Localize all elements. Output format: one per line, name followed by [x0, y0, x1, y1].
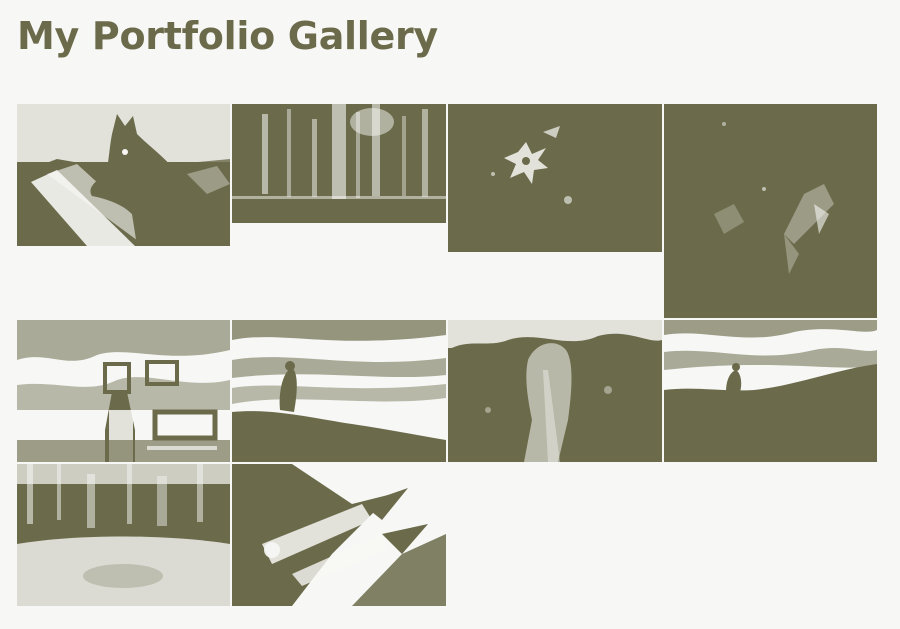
clouds-image — [232, 320, 446, 462]
flower-image — [448, 104, 662, 252]
gallery-photo-cones[interactable] — [232, 464, 446, 606]
gallery-photo-frames[interactable] — [17, 320, 230, 462]
plaza-image — [17, 464, 230, 606]
cones-image — [232, 464, 446, 606]
horse-image — [17, 104, 230, 246]
field-image — [448, 320, 662, 462]
gallery-photo-foliage[interactable] — [664, 104, 877, 318]
gallery-photo-clouds[interactable] — [232, 320, 446, 462]
sunset-image — [664, 320, 877, 462]
gallery-photo-flower[interactable] — [448, 104, 662, 252]
gallery-photo-forest[interactable] — [232, 104, 446, 223]
gallery-photo-plaza[interactable] — [17, 464, 230, 606]
frames-image — [17, 320, 230, 462]
forest-image — [232, 104, 446, 223]
gallery-photo-sunset[interactable] — [664, 320, 877, 462]
photo-gallery — [0, 0, 900, 629]
gallery-photo-field[interactable] — [448, 320, 662, 462]
foliage-image — [664, 104, 877, 318]
gallery-photo-horse[interactable] — [17, 104, 230, 246]
portfolio-page: My Portfolio Gallery — [0, 0, 900, 629]
